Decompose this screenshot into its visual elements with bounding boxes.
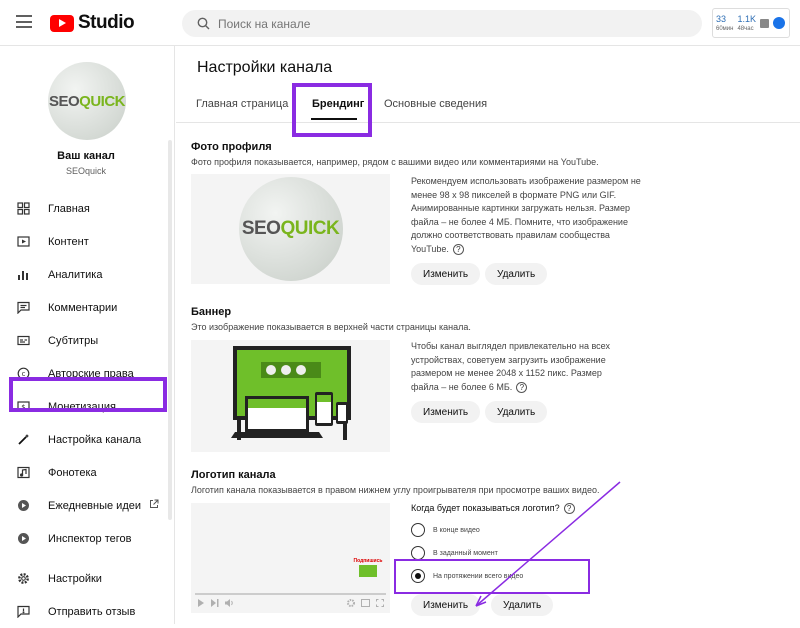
annotation-arrow — [475, 481, 621, 607]
